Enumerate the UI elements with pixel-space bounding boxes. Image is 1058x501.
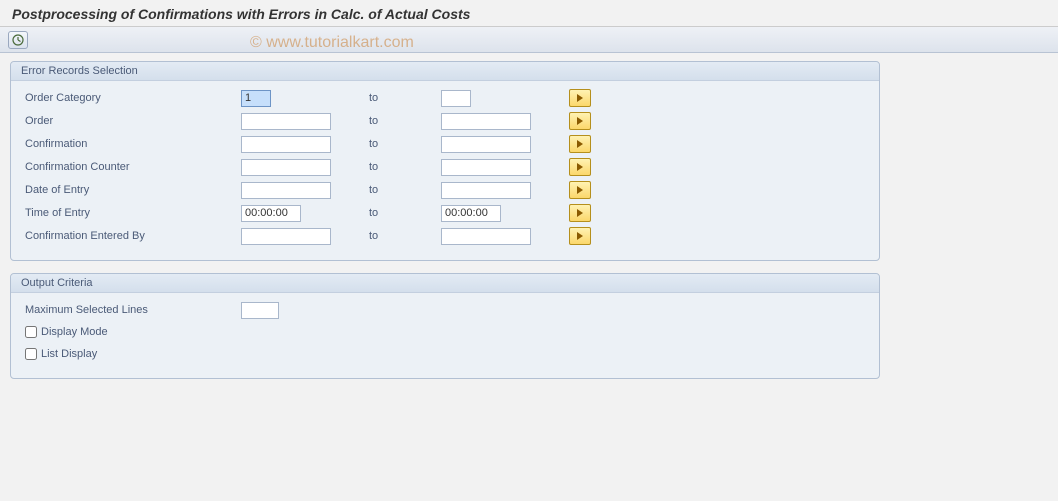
arrow-right-icon: [577, 163, 583, 171]
toolbar: [0, 27, 1058, 53]
to-label: to: [361, 138, 441, 150]
entered-by-multi-button[interactable]: [569, 227, 591, 245]
row-display-mode: Display Mode: [21, 322, 869, 342]
row-conf-counter: Confirmation Counter to: [21, 156, 869, 178]
order-category-to[interactable]: [441, 90, 471, 107]
to-label: to: [361, 92, 441, 104]
row-entered-by: Confirmation Entered By to: [21, 225, 869, 247]
order-multi-button[interactable]: [569, 112, 591, 130]
list-display-checkbox[interactable]: [25, 348, 37, 360]
time-of-entry-multi-button[interactable]: [569, 204, 591, 222]
time-of-entry-from[interactable]: [241, 205, 301, 222]
arrow-right-icon: [577, 232, 583, 240]
max-lines-input[interactable]: [241, 302, 279, 319]
order-category-from[interactable]: [241, 90, 271, 107]
confirmation-from[interactable]: [241, 136, 331, 153]
date-of-entry-multi-button[interactable]: [569, 181, 591, 199]
to-label: to: [361, 161, 441, 173]
entered-by-to[interactable]: [441, 228, 531, 245]
order-category-multi-button[interactable]: [569, 89, 591, 107]
row-date-of-entry: Date of Entry to: [21, 179, 869, 201]
label-time-of-entry: Time of Entry: [21, 207, 241, 219]
label-order: Order: [21, 115, 241, 127]
row-max-lines: Maximum Selected Lines: [21, 299, 869, 321]
arrow-right-icon: [577, 140, 583, 148]
to-label: to: [361, 115, 441, 127]
arrow-right-icon: [577, 94, 583, 102]
to-label: to: [361, 230, 441, 242]
output-criteria-title: Output Criteria: [11, 274, 879, 293]
label-list-display: List Display: [41, 348, 97, 360]
order-to[interactable]: [441, 113, 531, 130]
entered-by-from[interactable]: [241, 228, 331, 245]
label-max-lines: Maximum Selected Lines: [21, 304, 241, 316]
execute-icon: [12, 34, 24, 46]
to-label: to: [361, 184, 441, 196]
label-conf-counter: Confirmation Counter: [21, 161, 241, 173]
page-title: Postprocessing of Confirmations with Err…: [0, 0, 1058, 27]
row-time-of-entry: Time of Entry to: [21, 202, 869, 224]
row-order-category: Order Category to: [21, 87, 869, 109]
label-display-mode: Display Mode: [41, 326, 108, 338]
confirmation-to[interactable]: [441, 136, 531, 153]
label-order-category: Order Category: [21, 92, 241, 104]
arrow-right-icon: [577, 209, 583, 217]
label-confirmation: Confirmation: [21, 138, 241, 150]
error-records-group: Error Records Selection Order Category t…: [10, 61, 880, 261]
execute-button[interactable]: [8, 31, 28, 49]
display-mode-checkbox[interactable]: [25, 326, 37, 338]
label-date-of-entry: Date of Entry: [21, 184, 241, 196]
conf-counter-multi-button[interactable]: [569, 158, 591, 176]
to-label: to: [361, 207, 441, 219]
date-of-entry-to[interactable]: [441, 182, 531, 199]
order-from[interactable]: [241, 113, 331, 130]
error-records-title: Error Records Selection: [11, 62, 879, 81]
arrow-right-icon: [577, 117, 583, 125]
label-entered-by: Confirmation Entered By: [21, 230, 241, 242]
content-area: Error Records Selection Order Category t…: [0, 53, 1058, 399]
row-confirmation: Confirmation to: [21, 133, 869, 155]
time-of-entry-to[interactable]: [441, 205, 501, 222]
date-of-entry-from[interactable]: [241, 182, 331, 199]
arrow-right-icon: [577, 186, 583, 194]
output-criteria-group: Output Criteria Maximum Selected Lines D…: [10, 273, 880, 379]
confirmation-multi-button[interactable]: [569, 135, 591, 153]
row-order: Order to: [21, 110, 869, 132]
page-title-text: Postprocessing of Confirmations with Err…: [12, 6, 470, 22]
conf-counter-from[interactable]: [241, 159, 331, 176]
row-list-display: List Display: [21, 344, 869, 364]
conf-counter-to[interactable]: [441, 159, 531, 176]
